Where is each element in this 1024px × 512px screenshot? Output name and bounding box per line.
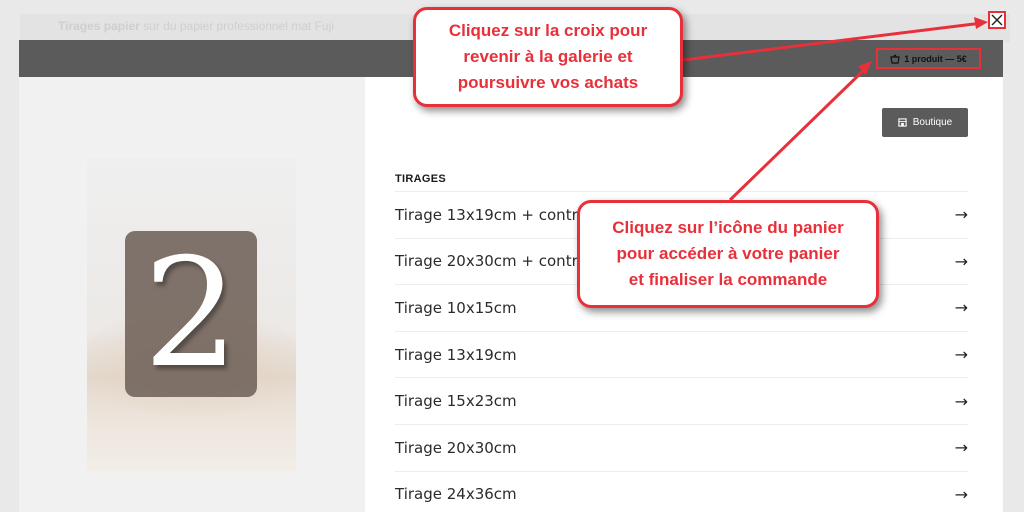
shop-button[interactable]: Boutique [882, 108, 968, 137]
cart-button[interactable]: 1 produit — 5€ [876, 48, 981, 69]
product-label: Tirage 20x30cm + contr [395, 252, 578, 271]
product-row[interactable]: Tirage 13x19cm → [395, 330, 968, 378]
product-row[interactable]: Tirage 20x30cm → [395, 423, 968, 471]
arrow-right-icon: → [954, 438, 968, 458]
product-label: Tirage 24x36cm [395, 485, 517, 504]
product-label: Tirage 20x30cm [395, 438, 517, 457]
shop-button-label: Boutique [912, 117, 953, 128]
arrow-right-icon: → [954, 298, 968, 318]
arrow-right-icon: → [954, 484, 968, 504]
store-icon [898, 118, 907, 127]
cart-hint-callout: Cliquez sur l’icône du panier pour accéd… [577, 200, 879, 308]
product-image-pane: 2 [19, 77, 365, 512]
product-label: Tirage 10x15cm [395, 298, 517, 317]
cart-label: 1 produit — 5€ [904, 53, 967, 64]
page: Tirages papier sur du papier professionn… [0, 0, 1024, 512]
close-icon [991, 14, 1003, 26]
number-card: 2 [125, 231, 257, 397]
close-button[interactable] [988, 11, 1006, 29]
basket-icon [890, 53, 900, 64]
close-hint-callout: Cliquez sur la croix pour revenir à la g… [413, 7, 683, 107]
background-title-text: Tirages papier [58, 19, 140, 33]
arrow-right-icon: → [954, 345, 968, 365]
arrow-right-icon: → [954, 391, 968, 411]
background-title: Tirages papier sur du papier professionn… [58, 19, 334, 33]
number-card-digit: 2 [143, 227, 239, 401]
product-row[interactable]: Tirage 15x23cm → [395, 377, 968, 424]
product-row[interactable]: Tirage 24x36cm → [395, 470, 968, 512]
product-photo: 2 [87, 158, 296, 471]
background-subtitle-text: sur du papier professionnel mat Fuji [143, 19, 334, 33]
section-title: TIRAGES [395, 173, 446, 185]
product-label: Tirage 13x19cm [395, 345, 517, 364]
arrow-right-icon: → [954, 251, 968, 271]
product-label: Tirage 13x19cm + contre [395, 205, 587, 224]
arrow-right-icon: → [954, 205, 968, 225]
product-label: Tirage 15x23cm [395, 392, 517, 411]
